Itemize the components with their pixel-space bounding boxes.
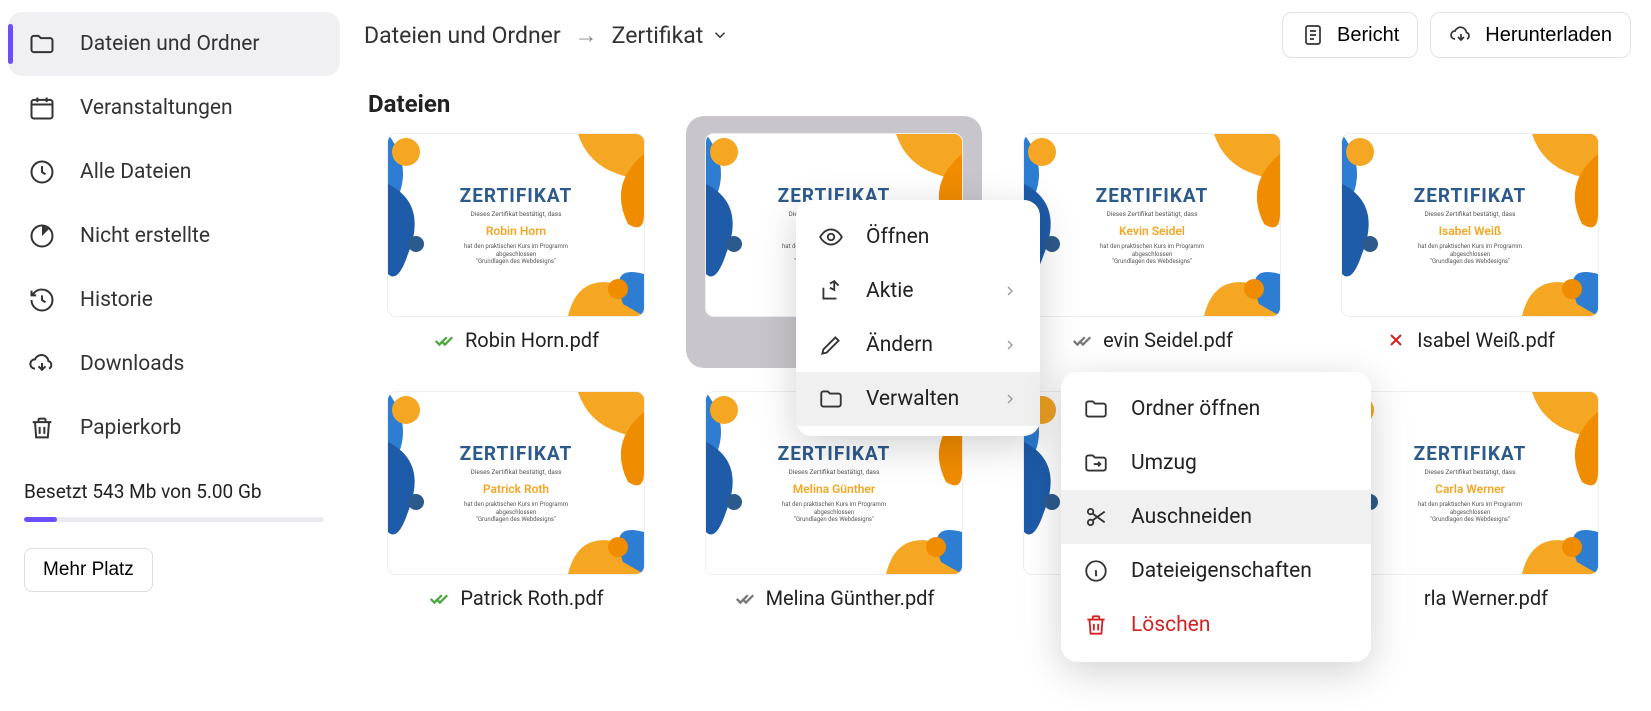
clock-icon — [28, 158, 56, 186]
nav-history[interactable]: Historie — [8, 268, 340, 332]
file-name: Isabel Weiß.pdf — [1417, 328, 1555, 352]
trash-icon — [1083, 612, 1109, 638]
status-icon — [1071, 329, 1093, 351]
move-icon — [1083, 450, 1109, 476]
ctx-move[interactable]: Umzug — [1061, 436, 1371, 490]
document-icon — [1301, 23, 1325, 47]
share-icon — [818, 278, 844, 304]
more-space-button[interactable]: Mehr Platz — [24, 548, 153, 592]
nav-label: Historie — [80, 288, 153, 312]
file-label-row: rla Werner.pdf — [1392, 586, 1548, 610]
nav-trash[interactable]: Papierkorb — [8, 396, 340, 460]
nav-files-folders[interactable]: Dateien und Ordner — [8, 12, 340, 76]
trash-icon — [28, 414, 56, 442]
file-card[interactable]: ZERTIFIKAT Dieses Zertifikat bestätigt, … — [368, 392, 664, 610]
breadcrumb: Dateien und Ordner → Zertifikat — [364, 22, 729, 49]
nav-label: Dateien und Ordner — [80, 32, 260, 56]
nav-label: Papierkorb — [80, 416, 181, 440]
topbar: Dateien und Ordner → Zertifikat Bericht … — [364, 12, 1631, 70]
file-card[interactable]: ZERTIFIKAT Dieses Zertifikat bestätigt, … — [368, 134, 664, 352]
file-label-row: Robin Horn.pdf — [433, 328, 599, 352]
file-label-row: Isabel Weiß.pdf — [1385, 328, 1555, 352]
nav-not-created[interactable]: Nicht erstellte — [8, 204, 340, 268]
ctx-cut[interactable]: Auschneiden — [1061, 490, 1371, 544]
folder-icon — [818, 386, 844, 412]
report-button[interactable]: Bericht — [1282, 12, 1418, 58]
chevron-right-icon — [1002, 337, 1018, 353]
breadcrumb-current[interactable]: Zertifikat — [612, 22, 730, 49]
nav-events[interactable]: Veranstaltungen — [8, 76, 340, 140]
status-icon — [433, 329, 455, 351]
breadcrumb-root[interactable]: Dateien und Ordner — [364, 22, 561, 49]
nav-label: Downloads — [80, 352, 184, 376]
file-label-row: evin Seidel.pdf — [1071, 328, 1233, 352]
file-thumbnail: ZERTIFIKAT Dieses Zertifikat bestätigt, … — [1024, 134, 1280, 316]
calendar-icon — [28, 94, 56, 122]
file-name: Melina Günther.pdf — [766, 586, 935, 610]
file-card[interactable]: ZERTIFIKAT Dieses Zertifikat bestätigt, … — [1004, 134, 1300, 352]
storage-info: Besetzt 543 Mb von 5.00 Gb — [8, 480, 340, 522]
nav-label: Alle Dateien — [80, 160, 191, 184]
pencil-icon — [818, 332, 844, 358]
chevron-right-icon — [1002, 391, 1018, 407]
download-cloud-icon — [28, 350, 56, 378]
status-icon — [1385, 329, 1407, 351]
file-label-row: Patrick Roth.pdf — [428, 586, 603, 610]
download-button[interactable]: Herunterladen — [1430, 12, 1631, 58]
storage-bar — [24, 517, 324, 522]
ctx-properties[interactable]: Dateieigenschaften — [1061, 544, 1371, 598]
file-thumbnail: ZERTIFIKAT Dieses Zertifikat bestätigt, … — [388, 134, 644, 316]
ctx-edit[interactable]: Ändern — [796, 318, 1040, 372]
download-cloud-icon — [1449, 23, 1473, 47]
file-name: Patrick Roth.pdf — [460, 586, 603, 610]
ctx-open-folder[interactable]: Ordner öffnen — [1061, 382, 1371, 436]
history-icon — [28, 286, 56, 314]
chevron-down-icon — [711, 26, 729, 44]
file-name: rla Werner.pdf — [1424, 586, 1548, 610]
scissors-icon — [1083, 504, 1109, 530]
eye-icon — [818, 224, 844, 250]
nav-label: Nicht erstellte — [80, 224, 210, 248]
file-name: Robin Horn.pdf — [465, 328, 599, 352]
chevron-right-icon: → — [575, 22, 598, 49]
file-name: evin Seidel.pdf — [1103, 328, 1233, 352]
folder-icon — [28, 30, 56, 58]
nav-label: Veranstaltungen — [80, 96, 233, 120]
file-thumbnail: ZERTIFIKAT Dieses Zertifikat bestätigt, … — [1342, 134, 1598, 316]
sidebar: Dateien und Ordner Veranstaltungen Alle … — [0, 0, 360, 711]
context-menu: Öffnen Aktie Ändern Verwalten — [796, 200, 1040, 436]
info-icon — [1083, 558, 1109, 584]
status-icon — [1392, 587, 1414, 609]
status-icon — [734, 587, 756, 609]
section-title: Dateien — [368, 90, 1631, 118]
ctx-share[interactable]: Aktie — [796, 264, 1040, 318]
storage-text: Besetzt 543 Mb von 5.00 Gb — [24, 480, 324, 503]
ctx-manage[interactable]: Verwalten — [796, 372, 1040, 426]
nav-downloads[interactable]: Downloads — [8, 332, 340, 396]
pie-icon — [28, 222, 56, 250]
nav-all-files[interactable]: Alle Dateien — [8, 140, 340, 204]
status-icon — [428, 587, 450, 609]
ctx-delete[interactable]: Löschen — [1061, 598, 1371, 652]
context-submenu: Ordner öffnen Umzug Auschneiden Dateieig… — [1061, 372, 1371, 662]
ctx-open[interactable]: Öffnen — [796, 210, 1040, 264]
chevron-right-icon — [1002, 283, 1018, 299]
file-label-row: Melina Günther.pdf — [734, 586, 935, 610]
file-thumbnail: ZERTIFIKAT Dieses Zertifikat bestätigt, … — [1342, 392, 1598, 574]
file-thumbnail: ZERTIFIKAT Dieses Zertifikat bestätigt, … — [388, 392, 644, 574]
folder-outline-icon — [1083, 396, 1109, 422]
file-card[interactable]: ZERTIFIKAT Dieses Zertifikat bestätigt, … — [1322, 134, 1618, 352]
